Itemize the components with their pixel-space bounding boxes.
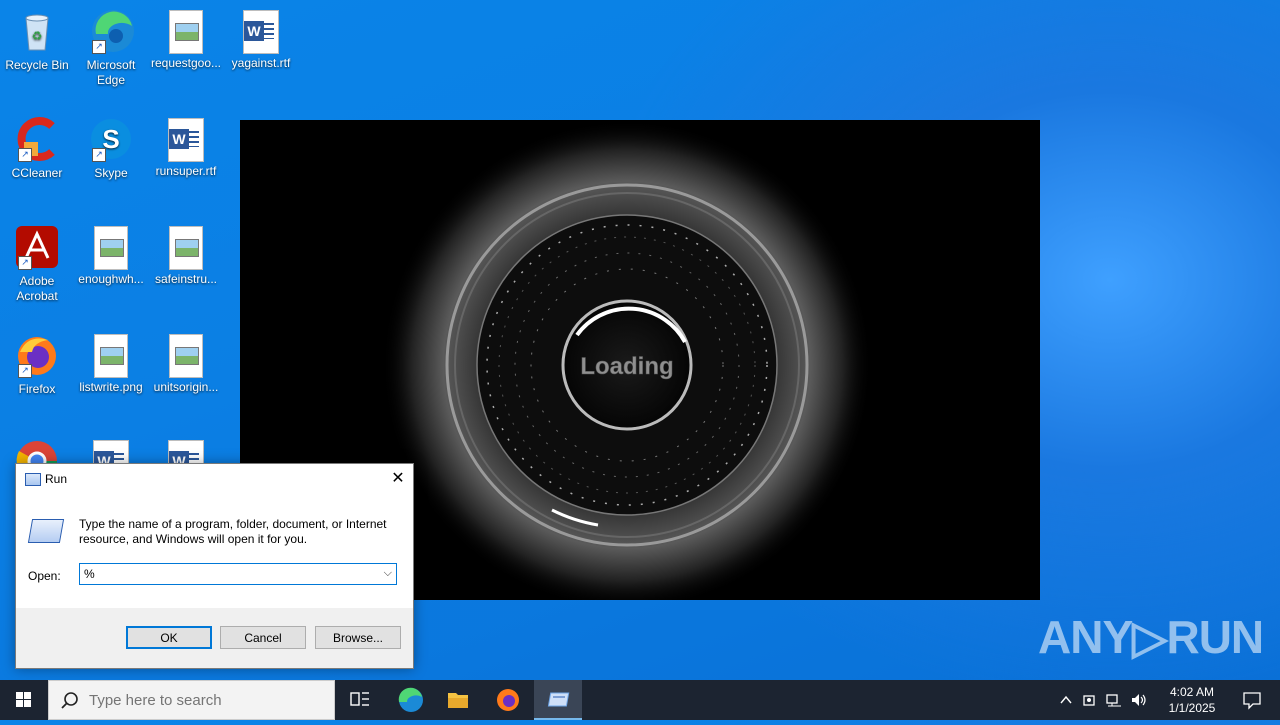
shortcut-arrow-icon: ↗ [92,148,106,162]
network-icon[interactable] [1105,692,1123,708]
clock-date: 1/1/2025 [1168,701,1216,715]
desktop-icon-unitsorigin[interactable]: unitsorigin... [149,332,223,395]
chevron-down-icon[interactable]: ⌵ [384,567,392,580]
notification-icon[interactable] [1242,690,1262,710]
firefox-icon [497,689,519,711]
shortcut-arrow-icon: ↗ [18,256,32,270]
taskbar-file-explorer-button[interactable] [434,680,482,720]
taskbar-search-box[interactable] [48,680,335,720]
shortcut-arrow-icon: ↗ [18,148,32,162]
desktop-icon-label: enoughwh... [78,272,144,286]
taskbar-firefox-button[interactable] [484,680,532,720]
desktop-icon-recycle-bin[interactable]: ♻ Recycle Bin [0,8,74,73]
run-dialog-title: Run [45,472,68,486]
search-icon [61,692,78,709]
run-dialog-titlebar[interactable]: Run ✕ [16,464,413,494]
image-file-icon [94,334,128,378]
volume-icon[interactable] [1130,692,1148,708]
desktop-icon-requestgoo[interactable]: requestgoo... [149,8,223,71]
desktop-icon-label: CCleaner [11,166,63,180]
close-button[interactable]: ✕ [383,464,413,494]
run-app-icon [25,473,41,486]
task-view-button[interactable] [336,680,384,720]
ccleaner-icon: ↗ [14,116,60,162]
taskbar-run-button[interactable] [534,680,582,720]
open-input[interactable] [84,565,364,583]
open-combobox[interactable]: ⌵ [79,563,397,585]
search-input[interactable] [87,691,331,710]
firefox-icon: ↗ [14,332,60,378]
anyrun-watermark: ANY▷RUN [1038,611,1264,663]
open-label: Open: [28,569,61,583]
cancel-button[interactable]: Cancel [220,626,306,649]
desktop-icon-label: safeinstru... [154,272,218,286]
word-document-icon: W [168,118,204,162]
svg-text:♻: ♻ [32,29,43,43]
desktop-icon-ccleaner[interactable]: ↗ CCleaner [0,116,74,181]
desktop-icon-enoughwh[interactable]: enoughwh... [74,224,148,287]
chevron-up-icon[interactable] [1058,692,1074,708]
image-file-icon [94,226,128,270]
image-file-icon [169,334,203,378]
edge-icon: ↗ [88,8,134,54]
image-file-icon [169,226,203,270]
folder-icon [448,693,468,708]
desktop-icon-firefox[interactable]: ↗ Firefox [0,332,74,397]
desktop-icon-label: runsuper.rtf [155,164,217,178]
loading-text: Loading [580,353,673,380]
shortcut-arrow-icon: ↗ [18,364,32,378]
run-dialog: Run ✕ Type the name of a program, folder… [15,463,414,669]
word-document-icon: W [243,10,279,54]
image-file-icon [169,10,203,54]
browse-button[interactable]: Browse... [315,626,401,649]
desktop-icon-listwrite[interactable]: listwrite.png [74,332,148,395]
task-view-icon [350,692,369,706]
run-app-icon [547,692,570,707]
skype-icon: S ↗ [88,116,134,162]
run-icon [27,519,65,543]
taskbar: 4:02 AM 1/1/2025 [0,680,1280,720]
meet-now-icon[interactable] [1082,692,1098,708]
clock-time: 4:02 AM [1169,685,1215,699]
desktop-icon-edge[interactable]: ↗ Microsoft Edge [74,8,148,88]
acrobat-icon: ↗ [14,224,60,270]
desktop-icon-safeinstru[interactable]: safeinstru... [149,224,223,287]
run-description: Type the name of a program, folder, docu… [79,517,387,546]
recycle-bin-icon: ♻ [14,8,60,54]
desktop-icon-adobe-acrobat[interactable]: ↗ Adobe Acrobat [0,224,74,304]
desktop-icon-label: Microsoft Edge [86,58,136,87]
desktop-icon-label: Firefox [18,382,56,396]
desktop-icon-label: yagainst.rtf [231,56,291,70]
desktop-icon-label: listwrite.png [79,380,143,394]
desktop-icon-label: unitsorigin... [153,380,219,394]
system-tray: 4:02 AM 1/1/2025 [1050,680,1280,720]
taskbar-edge-button[interactable] [386,680,434,720]
desktop-icon-skype[interactable]: S ↗ Skype [74,116,148,181]
windows-icon [16,692,31,707]
taskbar-clock[interactable]: 4:02 AM 1/1/2025 [1164,684,1220,716]
desktop-icon-yagainst[interactable]: W yagainst.rtf [224,8,298,71]
shortcut-arrow-icon: ↗ [92,40,106,54]
desktop-icon-runsuper[interactable]: W runsuper.rtf [149,116,223,179]
ok-button[interactable]: OK [126,626,212,649]
desktop-icon-label: requestgoo... [150,56,222,70]
desktop-icon-label: Skype [94,166,128,180]
edge-icon [398,687,423,712]
desktop-icon-label: Adobe Acrobat [16,274,58,303]
close-icon: ✕ [391,470,405,487]
desktop-icon-label: Recycle Bin [5,58,69,72]
start-button[interactable] [0,680,48,720]
